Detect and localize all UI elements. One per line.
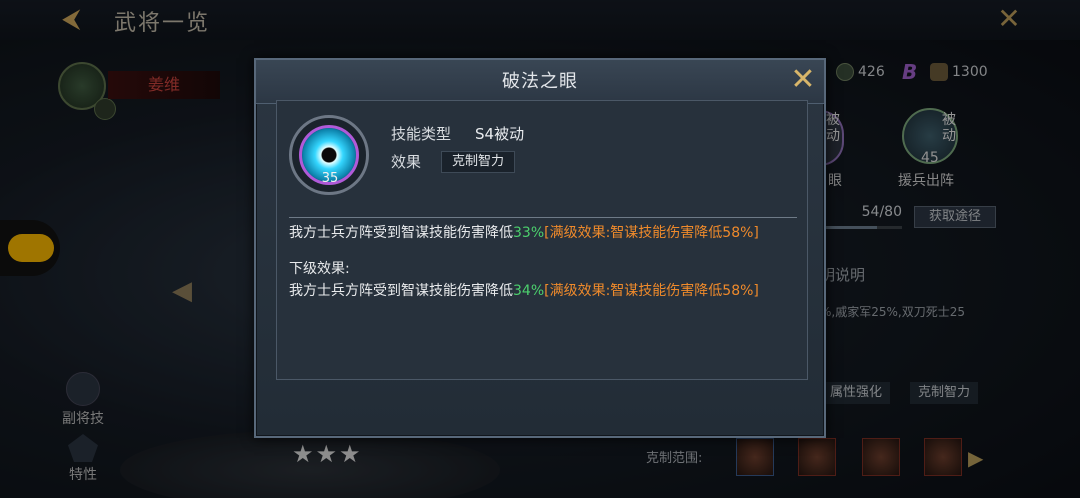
current-effect-text: 我方士兵方阵受到智谋技能伤害降低33%[满级效果:智谋技能伤害降低58%] [289, 225, 759, 241]
modal-close-icon[interactable]: ✕ [788, 65, 818, 96]
effect-tag: 克制智力 [441, 151, 515, 173]
max-effect-text: [满级效果:智谋技能伤害降低58%] [544, 283, 759, 299]
next-percent: 34% [513, 283, 545, 299]
next-effect-text: 我方士兵方阵受到智谋技能伤害降低34%[满级效果:智谋技能伤害降低58%] [289, 283, 759, 299]
next-level-label: 下级效果: [289, 261, 350, 277]
skill-type-label: 技能类型 [391, 125, 452, 143]
skill-level: 35 [321, 171, 339, 186]
modal-title: 破法之眼 [502, 71, 578, 92]
max-effect-text: [满级效果:智谋技能伤害降低58%] [544, 225, 759, 241]
skill-detail-modal: 破法之眼 ✕ 35 技能类型 S4被动 效果 克制智力 我方士兵方阵受到智谋技能… [254, 58, 826, 438]
effect-label: 效果 [391, 153, 422, 171]
modal-content: 35 技能类型 S4被动 效果 克制智力 我方士兵方阵受到智谋技能伤害降低33%… [276, 100, 808, 380]
divider [289, 217, 797, 218]
current-percent: 33% [513, 225, 545, 241]
skill-emblem-icon: 35 [289, 115, 369, 195]
skill-type-value: S4被动 [475, 125, 525, 143]
